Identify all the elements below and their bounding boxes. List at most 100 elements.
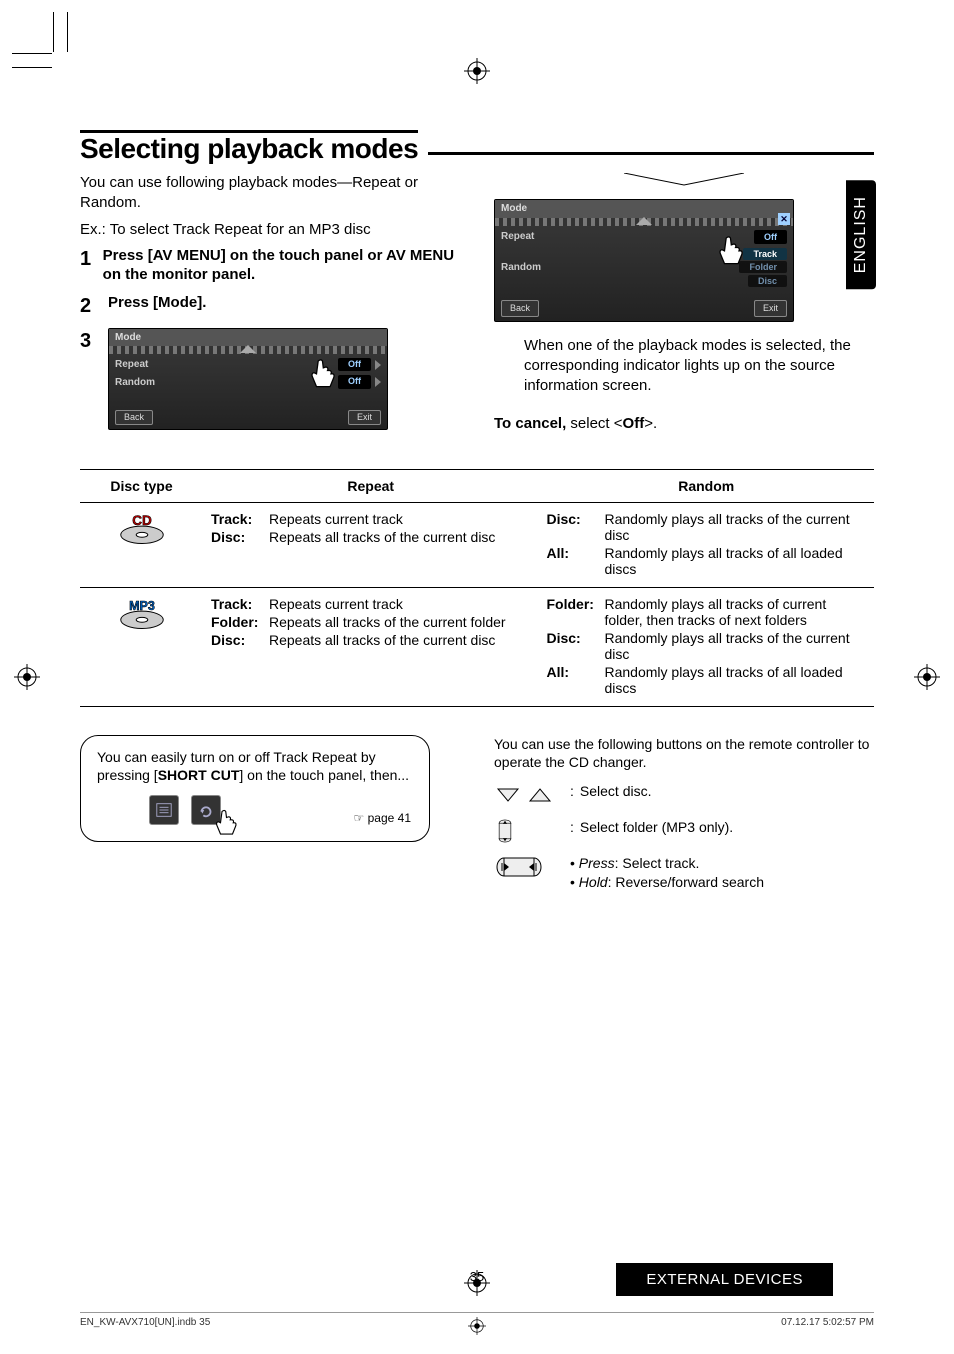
step-text: Press [Mode]. [108,293,206,313]
row-label: Random [115,376,155,389]
row-option: Disc [748,275,787,287]
mp3-disc-icon: MP3 [113,596,171,635]
section-title: Selecting playback modes [80,130,418,165]
kv-key: All: [546,664,598,696]
crop-mark-icon [53,12,54,52]
heading-rule [428,152,874,155]
callout-part: ] on the touch panel, then... [239,767,409,783]
kv-key: Disc: [211,529,263,545]
chevron-right-icon [375,360,381,370]
section-heading: Selecting playback modes [80,130,874,165]
step-1: 1 Press [AV MENU] on the touch panel or … [80,246,460,285]
kv-value: Repeats all tracks of the current disc [269,529,495,545]
kv-key: Track: [211,596,263,612]
cancel-rest: select < [566,415,622,432]
repeat-cell: Track: Repeats current track Folder: Repea… [203,587,538,706]
kv-value: Randomly plays all tracks of all loaded … [604,545,866,577]
cancel-off: Off [623,415,645,432]
print-metadata: EN_KW-AVX710[UN].indb 35 07.12.17 5:02:5… [80,1312,874,1328]
kv-key: Disc: [211,632,263,648]
registration-mark-icon [468,1317,486,1338]
kv-value: Repeats all tracks of the current folder [269,614,506,630]
row-value: Off [338,375,371,389]
intro-text: You can use following playback modes—Rep… [80,173,460,214]
screen-hatch [495,218,793,226]
print-file: EN_KW-AVX710[UN].indb 35 [80,1317,210,1328]
disc-type-cell: CD [80,502,203,587]
disc-type-cell: MP3 [80,587,203,706]
kv-key: All: [546,545,598,577]
kv-key: Folder: [211,614,263,630]
bottom-left: You can easily turn on or off Track Repe… [80,707,460,903]
remote-em: Hold [579,874,608,890]
registration-mark-icon [14,664,40,690]
explanation-text: When one of the playback modes is select… [524,336,874,397]
remote-hold-item: Hold: Reverse/forward search [570,873,874,892]
hand-pointer-icon [716,233,750,267]
remote-folder-button-icon [494,818,554,844]
remote-intro: You can use the following buttons on the… [494,735,874,773]
row-value: Off [754,230,787,244]
step-number: 3 [80,328,98,355]
print-timestamp: 07.12.17 5:02:57 PM [781,1317,874,1328]
row-label: Repeat [501,230,534,244]
language-tab: ENGLISH [846,180,876,289]
th-random: Random [538,469,874,502]
step-3: 3 Mode Repeat [80,328,460,431]
th-disc-type: Disc type [80,469,203,502]
page: ENGLISH Selecting playback modes You can… [0,0,954,1354]
remote-em: Press [579,855,615,871]
close-icon: ✕ [778,213,790,225]
kv-value: Randomly plays all tracks of the current… [604,511,866,543]
page-reference: ☞ page 41 [354,810,411,826]
cancel-lead: To cancel, [494,415,566,432]
kv-value: Repeats current track [269,596,403,612]
cancel-end: >. [644,415,657,432]
remote-row-folder: :Select folder (MP3 only). [494,818,874,844]
table-header-row: Disc type Repeat Random [80,469,874,502]
screen-title: Mode [495,200,793,218]
kv-key: Disc: [546,511,598,543]
remote-text: Select disc. [580,783,652,799]
step-number: 1 [80,246,93,273]
kv-key: Disc: [546,630,598,662]
registration-mark-icon [464,58,490,84]
remote-span: : Reverse/forward search [608,874,764,890]
bottom-right: You can use the following buttons on the… [494,735,874,903]
modes-table: Disc type Repeat Random CD Track:Repeats… [80,469,874,707]
screen-row-random: Random Off [109,373,387,391]
screen-hatch [109,346,387,354]
example-text: Ex.: To select Track Repeat for an MP3 d… [80,220,460,240]
kv-value: Randomly plays all tracks of current fol… [604,596,866,628]
callout-text: You can easily turn on or off Track Repe… [97,749,409,784]
step-screenshot: Mode Repeat Off [108,328,388,431]
repeat-cell: Track:Repeats current track Disc:Repeats… [203,502,538,587]
callout-line-icon [494,173,874,193]
right-column: Mode ✕ Repeat Off Random Track [494,173,874,441]
step-text: Press [AV MENU] on the touch panel or AV… [103,246,460,285]
back-button: Back [115,410,153,426]
kv-key: Folder: [546,596,598,628]
table-row-cd: CD Track:Repeats current track Disc:Repe… [80,502,874,587]
svg-text:MP3: MP3 [129,599,155,613]
kv-key: Track: [211,511,263,527]
hand-pointer-icon [308,356,342,390]
step-number: 2 [80,293,98,320]
kv-value: Repeats all tracks of the current disc [269,632,495,648]
crop-mark-icon [12,67,52,68]
remote-row-track: Press: Select track. Hold: Reverse/forwa… [494,854,874,892]
cancel-text: To cancel, select <Off>. [494,414,874,434]
callout-bold: SHORT CUT [158,767,240,783]
row-value: Off [338,358,371,372]
footer-section-bar: EXTERNAL DEVICES [616,1263,833,1296]
crop-mark-icon [67,12,68,52]
device-screen-a: Mode Repeat Off [108,328,388,431]
crop-mark-icon [12,53,52,54]
kv-value: Randomly plays all tracks of the current… [604,630,866,662]
hand-pointer-icon [213,807,243,837]
steps-list: 1 Press [AV MENU] on the touch panel or … [80,246,460,431]
random-cell: Disc:Randomly plays all tracks of the cu… [538,502,874,587]
row-label: Random [501,261,541,275]
svg-text:CD: CD [132,513,152,528]
remote-track-button-icon [494,854,554,880]
